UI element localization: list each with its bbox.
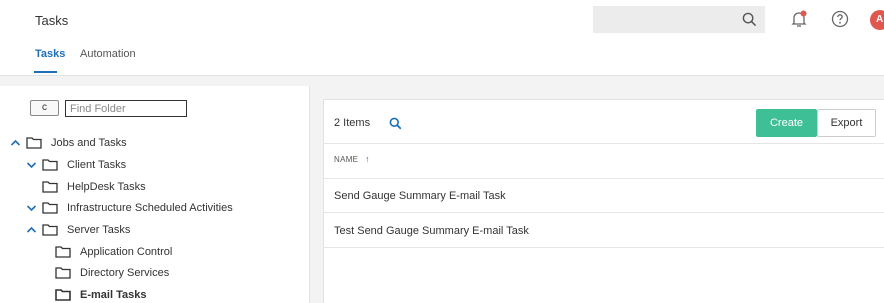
find-folder-input[interactable] — [65, 100, 187, 117]
tree-item-client-tasks[interactable]: Client Tasks — [26, 156, 126, 174]
tree-item-label: Client Tasks — [67, 159, 127, 171]
tree-item-infrastructure-scheduled-activities[interactable]: Infrastructure Scheduled Activities — [26, 199, 233, 217]
tree-item-application-control[interactable]: Application Control — [55, 243, 172, 261]
tree-item-helpdesk-tasks[interactable]: HelpDesk Tasks — [42, 178, 146, 196]
tree-item-label: Directory Services — [80, 267, 170, 279]
refresh-button[interactable]: c — [30, 100, 59, 116]
tree-item-label: HelpDesk Tasks — [67, 181, 146, 193]
chevron-up-icon[interactable] — [10, 138, 21, 148]
column-header-name[interactable]: NAME — [334, 155, 358, 164]
global-search-input[interactable] — [593, 6, 765, 33]
search-icon[interactable] — [389, 117, 402, 130]
bell-icon[interactable] — [791, 10, 807, 28]
tree-item-label: Server Tasks — [67, 224, 131, 236]
divider — [323, 178, 884, 179]
avatar[interactable]: A — [870, 10, 884, 30]
folder-icon — [26, 137, 42, 149]
tree-item-server-tasks[interactable]: Server Tasks — [26, 221, 130, 239]
search-icon[interactable] — [742, 12, 757, 27]
active-tab-indicator — [34, 71, 57, 73]
item-count: 2 Items — [334, 117, 371, 129]
folder-icon — [42, 181, 58, 193]
tree-item-e-mail-tasks[interactable]: E-mail Tasks — [55, 286, 146, 303]
page-title: Tasks — [35, 13, 69, 28]
tree-item-label: E-mail Tasks — [80, 289, 147, 301]
tab-tasks[interactable]: Tasks — [35, 48, 65, 60]
chevron-up-icon[interactable] — [26, 225, 37, 235]
tree-item-jobs-and-tasks[interactable]: Jobs and Tasks — [10, 134, 127, 152]
help-icon[interactable] — [831, 10, 849, 28]
folder-icon — [55, 289, 71, 301]
chevron-down-icon[interactable] — [26, 160, 37, 170]
table-row[interactable]: Test Send Gauge Summary E-mail Task — [334, 225, 529, 237]
folder-icon — [55, 267, 71, 279]
tree-item-directory-services[interactable]: Directory Services — [55, 264, 169, 282]
divider — [323, 247, 884, 248]
tree-item-label: Jobs and Tasks — [51, 137, 127, 149]
folder-icon — [55, 246, 71, 258]
folder-icon — [42, 159, 58, 171]
chevron-down-icon[interactable] — [26, 203, 37, 213]
tree-item-label: Application Control — [80, 246, 173, 258]
tab-automation[interactable]: Automation — [80, 48, 136, 60]
tree-item-label: Infrastructure Scheduled Activities — [67, 202, 233, 214]
folder-icon — [42, 224, 58, 236]
sort-ascending-icon[interactable]: ↑ — [365, 154, 370, 164]
export-button[interactable]: Export — [817, 109, 876, 137]
divider — [323, 212, 884, 213]
table-row[interactable]: Send Gauge Summary E-mail Task — [334, 190, 506, 202]
folder-icon — [42, 202, 58, 214]
create-button[interactable]: Create — [756, 109, 817, 137]
divider — [323, 143, 884, 144]
